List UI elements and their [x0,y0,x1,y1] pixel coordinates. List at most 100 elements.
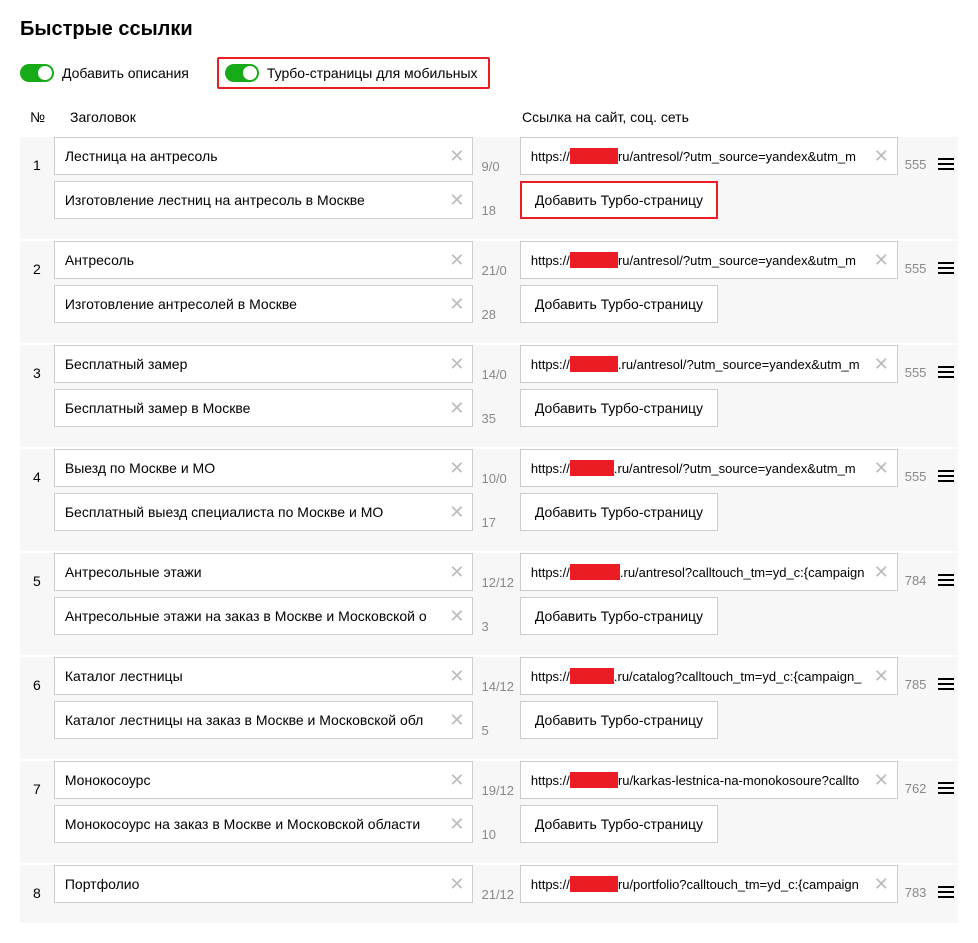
description-input[interactable]: Изготовление антресолей в Москве ✕ [54,285,474,323]
description-text: Изготовление антресолей в Москве [65,296,444,312]
quicklink-row: 3Бесплатный замер✕Бесплатный замер в Мос… [20,345,958,447]
title-text: Каталог лестницы [65,668,444,684]
clear-icon[interactable]: ✕ [874,459,889,477]
redacted-block [570,252,618,268]
clear-icon[interactable]: ✕ [449,875,464,893]
url-input[interactable]: https://.ru/antresol/?utm_source=yandex&… [520,345,898,383]
row-number: 7 [20,761,54,863]
description-text: Бесплатный замер в Москве [65,400,444,416]
toggle-descriptions-wrap: Добавить описания [20,64,189,82]
url-input[interactable]: https://ru/portfolio?calltouch_tm=yd_c:{… [520,865,898,903]
clear-icon[interactable]: ✕ [449,355,464,373]
add-turbo-button[interactable]: Добавить Турбо-страницу [520,597,718,635]
clear-icon[interactable]: ✕ [449,503,464,521]
row-number: 5 [20,553,54,655]
clear-icon[interactable]: ✕ [449,191,464,209]
clear-icon[interactable]: ✕ [449,399,464,417]
description-input[interactable]: Каталог лестницы на заказ в Москве и Мос… [54,701,474,739]
url-input[interactable]: https://.ru/antresol?calltouch_tm=yd_c:{… [520,553,898,591]
clear-icon[interactable]: ✕ [449,563,464,581]
url-suffix: .ru/antresol/?utm_source=yandex&utm_m [614,461,868,476]
clear-icon[interactable]: ✕ [874,147,889,165]
url-input[interactable]: https:// .ru/catalog?calltouch_tm=yd_c:{c… [520,657,898,695]
title-counter: 21/12 [481,875,519,913]
title-input[interactable]: Монокосоурс✕ [54,761,474,799]
clear-icon[interactable]: ✕ [874,667,889,685]
description-counter: 3 [481,607,519,645]
description-text: Бесплатный выезд специалиста по Москве и… [65,504,444,520]
url-prefix: https:// [531,149,570,164]
description-text: Каталог лестницы на заказ в Москве и Мос… [65,712,444,728]
quicklink-row: 7Монокосоурс✕ Монокосоурс на заказ в Моск… [20,761,958,863]
clear-icon[interactable]: ✕ [874,563,889,581]
add-turbo-button[interactable]: Добавить Турбо-страницу [520,701,718,739]
url-prefix: https:// [531,669,570,684]
url-suffix: .ru/catalog?calltouch_tm=yd_c:{campaign_ [614,669,868,684]
title-input[interactable]: Выезд по Москве и МО✕ [54,449,474,487]
url-suffix: .ru/antresol/?utm_source=yandex&utm_m [618,357,868,372]
menu-icon[interactable] [938,363,954,381]
title-input[interactable]: Антресоль ✕ [54,241,474,279]
description-input[interactable]: Монокосоурс на заказ в Москве и Московск… [54,805,474,843]
url-input[interactable]: https://ru/karkas-lestnica-na-monokosour… [520,761,898,799]
col-header-num: № [20,109,70,125]
description-input[interactable]: Бесплатный выезд специалиста по Москве и… [54,493,474,531]
description-input[interactable]: Изготовление лестниц на антресоль в Моск… [54,181,474,219]
add-turbo-button[interactable]: Добавить Турбо-страницу [520,493,718,531]
description-input[interactable]: Бесплатный замер в Москве ✕ [54,389,474,427]
url-suffix: ru/antresol/?utm_source=yandex&utm_m [618,149,868,164]
url-input[interactable]: https:// .ru/antresol/?utm_source=yandex&… [520,449,898,487]
clear-icon[interactable]: ✕ [449,607,464,625]
title-input[interactable]: Лестница на антресоль✕ [54,137,474,175]
clear-icon[interactable]: ✕ [449,667,464,685]
menu-icon[interactable] [938,155,954,173]
title-input[interactable]: Портфолио ✕ [54,865,474,903]
link-counter: 555 [898,449,933,551]
redacted-block [570,876,618,892]
title-text: Портфолио [65,876,444,892]
row-number: 1 [20,137,54,239]
add-turbo-button[interactable]: Добавить Турбо-страницу [520,285,718,323]
clear-icon[interactable]: ✕ [449,251,464,269]
clear-icon[interactable]: ✕ [449,711,464,729]
url-prefix: https:// [531,461,570,476]
title-counter: 12/12 [481,563,519,601]
description-counter: 18 [481,191,519,229]
add-turbo-button[interactable]: Добавить Турбо-страницу [520,805,718,843]
clear-icon[interactable]: ✕ [874,251,889,269]
clear-icon[interactable]: ✕ [449,147,464,165]
title-input[interactable]: Бесплатный замер✕ [54,345,474,383]
description-input[interactable]: Антресольные этажи на заказ в Москве и М… [54,597,474,635]
add-turbo-button[interactable]: Добавить Турбо-страницу [520,389,718,427]
url-prefix: https:// [531,773,570,788]
toggle-descriptions[interactable] [20,64,54,82]
add-turbo-button[interactable]: Добавить Турбо-страницу [520,181,718,219]
clear-icon[interactable]: ✕ [449,459,464,477]
url-input[interactable]: https://ru/antresol/?utm_source=yandex&u… [520,241,898,279]
toggle-turbo[interactable] [225,64,259,82]
link-counter: 783 [898,865,933,923]
clear-icon[interactable]: ✕ [449,815,464,833]
toggle-turbo-label: Турбо-страницы для мобильных [267,65,478,81]
menu-icon[interactable] [938,571,954,589]
clear-icon[interactable]: ✕ [449,771,464,789]
quicklink-row: 1Лестница на антресоль✕ Изготовление лест… [20,137,958,239]
clear-icon[interactable]: ✕ [874,355,889,373]
title-text: Антресоль [65,252,444,268]
title-input[interactable]: Каталог лестницы ✕ [54,657,474,695]
quicklink-row: 6Каталог лестницы✕Каталог лестницы на за… [20,657,958,759]
menu-icon[interactable] [938,259,954,277]
url-input[interactable]: https:// ru/antresol/?utm_source=yandex&u… [520,137,898,175]
clear-icon[interactable]: ✕ [874,771,889,789]
menu-icon[interactable] [938,883,954,901]
toggle-descriptions-label: Добавить описания [62,65,189,81]
clear-icon[interactable]: ✕ [874,875,889,893]
menu-icon[interactable] [938,779,954,797]
quicklink-row: 4Выезд по Москве и МО✕Бесплатный выезд с… [20,449,958,551]
menu-icon[interactable] [938,675,954,693]
description-counter: 5 [481,711,519,749]
title-input[interactable]: Антресольные этажи✕ [54,553,474,591]
clear-icon[interactable]: ✕ [449,295,464,313]
menu-icon[interactable] [938,467,954,485]
description-text: Антресольные этажи на заказ в Москве и М… [65,608,444,624]
